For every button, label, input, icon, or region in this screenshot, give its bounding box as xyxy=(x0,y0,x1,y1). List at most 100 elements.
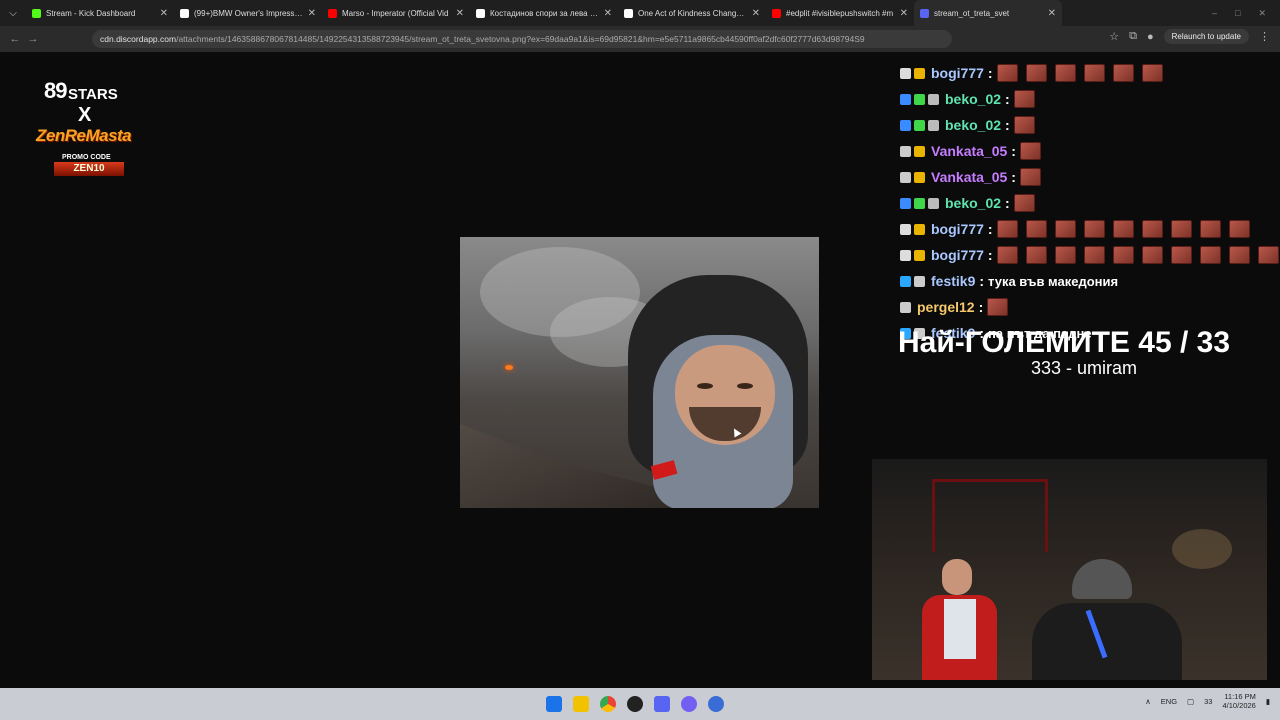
start-windows-icon[interactable] xyxy=(546,696,562,712)
browser-tab-strip: ⌵ Stream - Kick Dashboard ✕ (99+)BMW Owner… xyxy=(0,0,1280,26)
chat-username[interactable]: Vankata_05 xyxy=(931,143,1007,159)
chat-emote-icon xyxy=(1112,220,1134,238)
shirt xyxy=(944,599,976,659)
close-tab-icon[interactable]: ✕ xyxy=(604,8,612,19)
chat-emote-icon xyxy=(1141,64,1163,82)
close-tab-icon[interactable]: ✕ xyxy=(1048,8,1056,19)
forward-icon[interactable]: → xyxy=(24,33,42,45)
chat-username[interactable]: bogi777 xyxy=(931,65,984,81)
chrome-icon[interactable] xyxy=(600,696,616,712)
close-window-icon[interactable]: ✕ xyxy=(1258,8,1266,19)
chat-emote-icon xyxy=(1112,64,1134,82)
chat-colon: : xyxy=(987,221,993,237)
minimize-icon[interactable]: – xyxy=(1212,8,1217,19)
file-explorer-icon[interactable] xyxy=(573,696,589,712)
network-icon[interactable]: ▢ xyxy=(1187,697,1194,706)
user-badge-icon xyxy=(914,275,925,287)
chat-message: pergel12: xyxy=(900,294,1280,320)
chat-message: bogi777: xyxy=(900,60,1280,86)
browser-tab[interactable]: Костадинов спори за лева с п ✕ xyxy=(470,0,618,26)
chat-message: bogi777: xyxy=(900,242,1280,268)
user-badge-icon xyxy=(900,249,911,261)
discord-icon[interactable] xyxy=(654,696,670,712)
back-icon[interactable]: ← xyxy=(6,33,24,45)
address-bar[interactable]: cdn.discordapp.com/attachments/146358867… xyxy=(92,30,952,48)
browser-tab[interactable]: stream_ot_treta_svet ✕ xyxy=(914,0,1062,26)
chat-colon: : xyxy=(1011,143,1016,159)
chat-message: festik9: тука във македония xyxy=(900,268,1280,294)
chat-emote-icon xyxy=(1025,220,1047,238)
window-controls: – □ ✕ xyxy=(1212,8,1280,19)
user-badge-icon xyxy=(900,119,911,131)
eye xyxy=(737,383,753,389)
obs-icon[interactable] xyxy=(627,696,643,712)
tiktok-icon xyxy=(180,8,189,18)
chat-username[interactable]: beko_02 xyxy=(945,195,1001,211)
maximize-icon[interactable]: □ xyxy=(1235,8,1240,19)
beard xyxy=(689,407,761,441)
close-tab-icon[interactable]: ✕ xyxy=(752,8,760,19)
time: 11:16 PM xyxy=(1224,692,1256,701)
chat-emote-icon xyxy=(1112,246,1134,264)
chat-username[interactable]: bogi777 xyxy=(931,221,984,237)
app-icon[interactable] xyxy=(708,696,724,712)
chat-username[interactable]: beko_02 xyxy=(945,117,1001,133)
browser-tab[interactable]: (99+)BMW Owner's Impressive ✕ xyxy=(174,0,322,26)
extensions-icon[interactable]: ⧉ xyxy=(1129,30,1137,43)
bookmark-star-icon[interactable]: ☆ xyxy=(1109,30,1119,43)
close-tab-icon[interactable]: ✕ xyxy=(456,8,464,19)
chat-message: Vankata_05: xyxy=(900,138,1280,164)
chat-emote-icon xyxy=(1013,90,1035,108)
chat-emote-icon xyxy=(1019,168,1041,186)
chat-emote-icon xyxy=(1141,246,1163,264)
browser-tab[interactable]: Stream - Kick Dashboard ✕ xyxy=(26,0,174,26)
chat-message: beko_02: xyxy=(900,190,1280,216)
chat-colon: : xyxy=(1005,91,1010,107)
browser-tab[interactable]: Marso - Imperator (Official Vid ✕ xyxy=(322,0,470,26)
profile-icon[interactable]: ● xyxy=(1147,31,1154,43)
user-badge-icon xyxy=(900,275,911,287)
user-badge-icon xyxy=(900,93,911,105)
chat-username[interactable]: Vankata_05 xyxy=(931,169,1007,185)
volume-level[interactable]: 33 xyxy=(1204,697,1212,706)
user-badge-icon xyxy=(900,67,911,79)
chat-username[interactable]: bogi777 xyxy=(931,247,984,263)
tab-search-chevron-icon[interactable]: ⌵ xyxy=(0,0,26,26)
chat-username[interactable]: beko_02 xyxy=(945,91,1001,107)
browser-tab[interactable]: One Act of Kindness Changes a ✕ xyxy=(618,0,766,26)
chat-message: beko_02: xyxy=(900,86,1280,112)
chat-emote-icon xyxy=(1054,64,1076,82)
black-shirt xyxy=(1032,603,1182,680)
user-badge-icon xyxy=(900,301,911,313)
youtube-icon xyxy=(772,8,781,18)
sponsor-number: 89 xyxy=(44,78,68,103)
chat-message: bogi777: xyxy=(900,216,1280,242)
tray-chevron-icon[interactable]: ∧ xyxy=(1145,697,1151,706)
tiktok-icon xyxy=(624,8,633,18)
browser-tab[interactable]: #edplit #ivisiblepushswitch #m ✕ xyxy=(766,0,914,26)
discord-icon xyxy=(920,8,929,18)
close-tab-icon[interactable]: ✕ xyxy=(900,8,908,19)
menu-kebab-icon[interactable]: ⋮ xyxy=(1259,30,1270,43)
close-tab-icon[interactable]: ✕ xyxy=(160,8,168,19)
chat-emote-icon xyxy=(1170,220,1192,238)
stream-viewer: 89 STARS X ZenReMasta PROMO CODE ZEN10 b… xyxy=(0,52,1280,688)
chat-emote-icon xyxy=(987,298,1009,316)
user-badge-icon xyxy=(900,171,911,183)
close-tab-icon[interactable]: ✕ xyxy=(308,8,316,19)
viber-icon[interactable] xyxy=(681,696,697,712)
tab-title: Stream - Kick Dashboard xyxy=(46,8,136,18)
language-indicator[interactable]: ENG xyxy=(1161,697,1177,706)
tiktok-icon xyxy=(476,8,485,18)
relaunch-button[interactable]: Relaunch to update xyxy=(1163,29,1249,44)
chat-username[interactable]: pergel12 xyxy=(917,299,975,315)
user-badge-icon xyxy=(900,197,911,209)
face xyxy=(675,345,775,445)
notification-icon[interactable]: ▮ xyxy=(1266,697,1270,706)
user-badge-icon xyxy=(914,145,925,157)
chat-username[interactable]: festik9 xyxy=(931,273,975,289)
url-host: cdn.discordapp.com xyxy=(100,34,177,44)
chat-emote-icon xyxy=(1054,246,1076,264)
clock[interactable]: 11:16 PM 4/10/2026 xyxy=(1222,692,1255,710)
tab-title: Marso - Imperator (Official Vid xyxy=(342,8,449,18)
